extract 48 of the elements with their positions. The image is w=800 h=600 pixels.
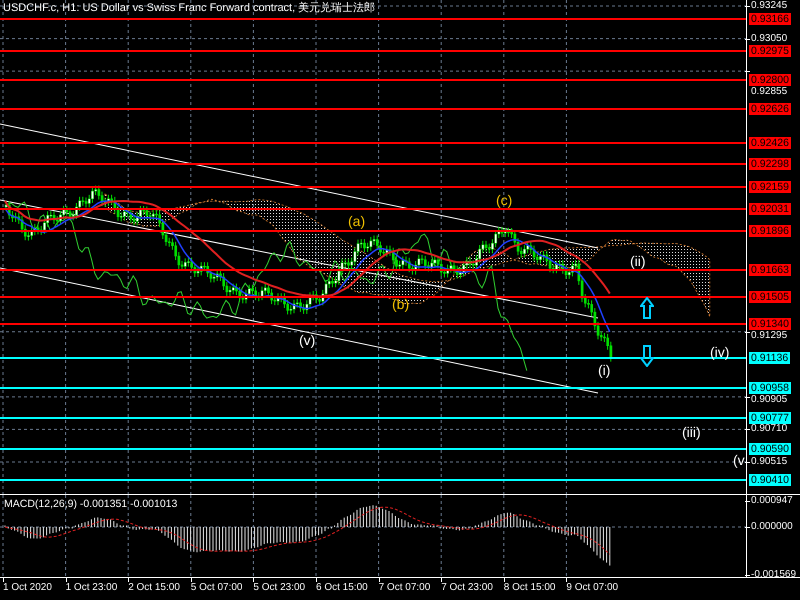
wave-label: (iv) <box>710 344 730 360</box>
time-axis-label: 7 Oct 07:00 <box>378 582 430 594</box>
time-axis-label: 2 Oct 15:00 <box>128 582 180 594</box>
indicator-label: MACD(12,26,9) -0.001351 -0.001013 <box>4 498 178 510</box>
wave-label: (ii) <box>630 253 646 269</box>
wave-label: (a) <box>348 213 366 229</box>
price-label: 0.92159 <box>749 181 791 194</box>
wave-label: (i) <box>598 362 610 378</box>
price-label: 0.91663 <box>749 264 791 276</box>
price-axis-label: 0.92855 <box>751 87 788 98</box>
time-axis-label: 1 Oct 2020 <box>3 582 52 594</box>
price-axis-label: 0.90710 <box>751 424 788 434</box>
price-label: 0.91896 <box>749 225 791 238</box>
price-label: 0.90777 <box>749 412 791 424</box>
price-axis-label: 0.90905 <box>751 394 788 405</box>
wave-label: (v) <box>299 332 316 348</box>
price-label: 0.91505 <box>749 290 791 303</box>
wave-label: (c) <box>496 192 512 208</box>
macd-axis-label: 0.000000 <box>751 522 793 532</box>
time-axis-label: 7 Oct 23:00 <box>441 582 493 594</box>
price-axis-label: 0.91295 <box>751 331 788 342</box>
price-axis-label: 0.93245 <box>751 1 788 11</box>
time-axis-label: 9 Oct 07:00 <box>566 582 618 594</box>
price-label: 0.90410 <box>749 474 791 486</box>
time-axis-label: 8 Oct 15:00 <box>504 582 556 594</box>
price-label: 0.93166 <box>749 13 791 26</box>
price-label: 0.92800 <box>749 74 791 86</box>
price-label: 0.92426 <box>749 136 791 149</box>
time-axis-label: 1 Oct 23:00 <box>66 582 118 594</box>
price-label: 0.92298 <box>749 158 791 170</box>
price-label: 0.91340 <box>749 318 791 330</box>
wave-label: (v <box>733 452 745 468</box>
price-axis-label: 0.90515 <box>751 456 788 467</box>
price-axis-label: 0.93050 <box>751 34 788 44</box>
price-label: 0.90590 <box>749 443 791 456</box>
chart-title: USDCHF.c, H1: US Dollar vs Swiss Franc Forward contract, 美元兑瑞士法郎 <box>3 2 376 15</box>
macd-axis-label: 0.000947 <box>751 496 793 506</box>
price-label: 0.92031 <box>749 202 791 215</box>
macd-axis-label: -0.001569 <box>751 570 796 580</box>
price-label: 0.92626 <box>749 103 791 116</box>
time-axis-label: 5 Oct 23:00 <box>253 582 306 594</box>
time-axis-label: 5 Oct 07:00 <box>190 582 242 594</box>
wave-label: (b) <box>392 296 410 312</box>
time-axis-label: 6 Oct 15:00 <box>316 582 368 594</box>
price-label: 0.90958 <box>749 382 791 394</box>
price-label: 0.92975 <box>749 45 791 58</box>
wave-label: (iii) <box>682 424 701 440</box>
price-label: 0.91136 <box>749 352 790 364</box>
